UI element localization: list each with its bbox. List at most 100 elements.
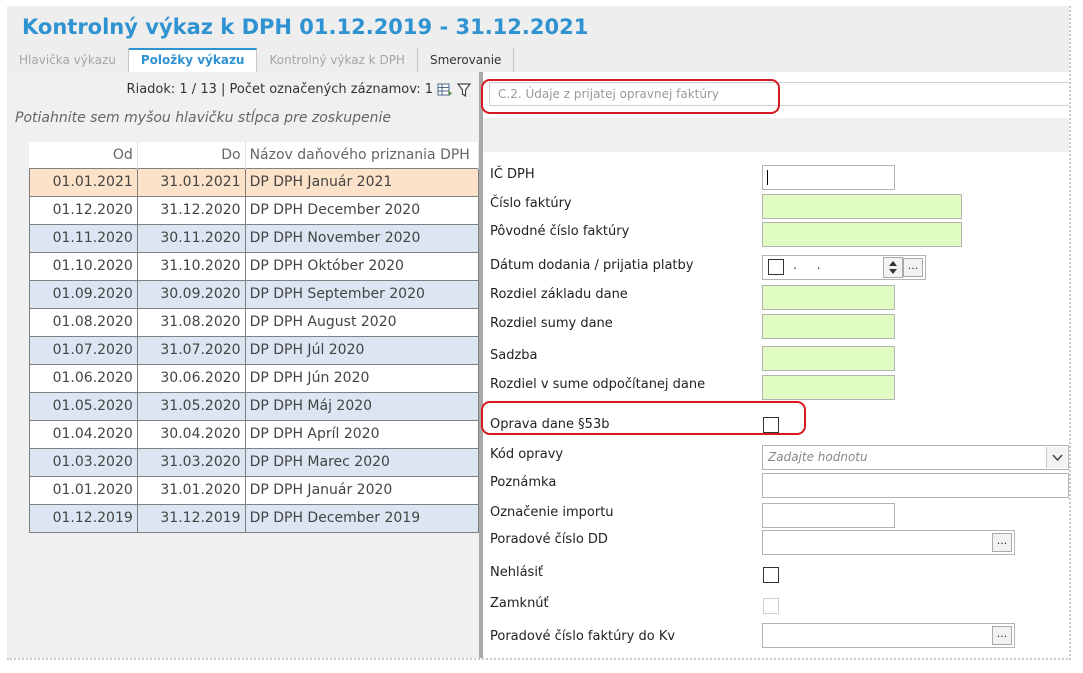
- records-grid: Od Do Názov daňového priznania DPH 01.01…: [29, 142, 480, 533]
- sadzba-input[interactable]: [762, 346, 895, 371]
- tab-polozky[interactable]: Položky výkazu: [128, 48, 258, 72]
- cell-od: 01.01.2020: [29, 476, 138, 505]
- table-row[interactable]: 01.12.2020 31.12.2020 DP DPH December 2020: [29, 196, 480, 225]
- kod-opravy-dropdown-button[interactable]: [1046, 447, 1067, 468]
- datum-dodania-picker[interactable]: . . ...: [762, 255, 926, 280]
- window: Kontrolný výkaz k DPH 01.12.2019 - 31.12…: [7, 6, 1071, 660]
- column-header-do[interactable]: Do: [137, 142, 246, 168]
- tab-hlavicka[interactable]: Hlavička výkazu: [7, 48, 129, 72]
- poradove-dd-input[interactable]: ...: [762, 530, 1015, 555]
- table-row[interactable]: 01.08.2020 31.08.2020 DP DPH August 2020: [29, 308, 480, 337]
- cell-nazov: DP DPH Jún 2020: [245, 364, 480, 393]
- cell-od: 01.11.2020: [29, 224, 138, 253]
- filter-icon[interactable]: [457, 82, 471, 97]
- grid-header: Od Do Názov daňového priznania DPH: [29, 142, 480, 168]
- ic-dph-input[interactable]: [762, 165, 895, 190]
- column-header-od[interactable]: Od: [29, 142, 138, 168]
- section-selector[interactable]: C.2. Údaje z prijatej opravnej faktúry: [489, 82, 1069, 106]
- table-row[interactable]: 01.05.2020 31.05.2020 DP DPH Máj 2020: [29, 392, 480, 421]
- povodne-cislo-input[interactable]: [762, 222, 962, 247]
- kod-opravy-select[interactable]: Zadajte hodnotu: [762, 445, 1069, 470]
- text-caret: [767, 170, 768, 185]
- cislo-faktury-input[interactable]: [762, 194, 962, 219]
- poradove-dd-lookup-button[interactable]: ...: [992, 533, 1012, 552]
- group-by-hint: Potiahnite sem myšou hlavičku stĺpca pre…: [15, 110, 391, 126]
- kod-opravy-placeholder: Zadajte hodnotu: [768, 450, 868, 464]
- poradove-kv-lookup-button[interactable]: ...: [992, 626, 1012, 645]
- label-poznamka: Poznámka: [490, 475, 557, 490]
- cell-do: 31.03.2020: [137, 448, 246, 477]
- cell-od: 01.03.2020: [29, 448, 138, 477]
- cell-do: 30.09.2020: [137, 280, 246, 309]
- cell-do: 30.04.2020: [137, 420, 246, 449]
- section-band: [483, 118, 1069, 152]
- table-row[interactable]: 01.03.2020 31.03.2020 DP DPH Marec 2020: [29, 448, 480, 477]
- cell-od: 01.09.2020: [29, 280, 138, 309]
- cell-od: 01.10.2020: [29, 252, 138, 281]
- table-row[interactable]: 01.11.2020 30.11.2020 DP DPH November 2020: [29, 224, 480, 253]
- oznacenie-importu-input[interactable]: [762, 503, 895, 528]
- label-oznacenie-importu: Označenie importu: [490, 505, 614, 520]
- label-poradove-kv: Poradové číslo faktúry do Kv: [490, 629, 676, 644]
- cell-nazov: DP DPH November 2020: [245, 224, 480, 253]
- records-pane: Riadok: 1 / 13 | Počet označených záznam…: [7, 72, 480, 658]
- label-nehlasit: Nehlásiť: [490, 565, 544, 580]
- tab-bar: Hlavička výkazu Položky výkazu Kontrolný…: [7, 48, 515, 72]
- label-datum-dodania: Dátum dodania / prijatia platby: [490, 258, 694, 273]
- cell-nazov: DP DPH September 2020: [245, 280, 480, 309]
- cell-do: 31.12.2019: [137, 504, 246, 533]
- label-ic-dph: IČ DPH: [490, 167, 535, 182]
- poradove-kv-input[interactable]: ...: [762, 623, 1015, 648]
- header: Kontrolný výkaz k DPH 01.12.2019 - 31.12…: [7, 6, 1069, 72]
- cell-od: 01.07.2020: [29, 336, 138, 365]
- zamknut-checkbox: [763, 598, 779, 614]
- label-sadzba: Sadzba: [490, 348, 538, 363]
- page-title: Kontrolný výkaz k DPH 01.12.2019 - 31.12…: [22, 15, 589, 39]
- rozdiel-zakladu-input[interactable]: [762, 285, 895, 310]
- cell-nazov: DP DPH Júl 2020: [245, 336, 480, 365]
- table-row[interactable]: 01.06.2020 30.06.2020 DP DPH Jún 2020: [29, 364, 480, 393]
- table-row[interactable]: 01.07.2020 31.07.2020 DP DPH Júl 2020: [29, 336, 480, 365]
- oprava-dane-checkbox[interactable]: [763, 417, 779, 433]
- cell-do: 31.08.2020: [137, 308, 246, 337]
- cell-nazov: DP DPH December 2019: [245, 504, 480, 533]
- label-rozdiel-zakladu: Rozdiel základu dane: [490, 287, 628, 302]
- label-poradove-dd: Poradové číslo DD: [490, 532, 608, 547]
- cell-nazov: DP DPH December 2020: [245, 196, 480, 225]
- cell-do: 31.01.2021: [137, 167, 246, 197]
- rozdiel-sumy-input[interactable]: [762, 314, 895, 339]
- columns-chooser-icon[interactable]: [437, 83, 453, 97]
- table-row[interactable]: 01.01.2021 31.01.2021 DP DPH Január 2021: [29, 167, 480, 197]
- date-picker-button[interactable]: ...: [903, 258, 923, 277]
- cell-do: 31.12.2020: [137, 196, 246, 225]
- tab-smerovanie[interactable]: Smerovanie: [418, 48, 515, 72]
- date-spin-button[interactable]: [883, 257, 903, 278]
- cell-do: 31.07.2020: [137, 336, 246, 365]
- cell-do: 31.10.2020: [137, 252, 246, 281]
- cell-od: 01.12.2019: [29, 504, 138, 533]
- table-row[interactable]: 01.01.2020 31.01.2020 DP DPH Január 2020: [29, 476, 480, 505]
- nehlasit-checkbox[interactable]: [763, 567, 779, 583]
- rozdiel-odpocitanej-input[interactable]: [762, 375, 895, 400]
- poznamka-input[interactable]: [762, 473, 1069, 498]
- table-row[interactable]: 01.10.2020 31.10.2020 DP DPH Október 2020: [29, 252, 480, 281]
- table-row[interactable]: 01.04.2020 30.04.2020 DP DPH Apríl 2020: [29, 420, 480, 449]
- cell-od: 01.08.2020: [29, 308, 138, 337]
- cell-do: 30.06.2020: [137, 364, 246, 393]
- label-oprava-dane: Oprava dane §53b: [490, 417, 610, 432]
- date-enable-checkbox[interactable]: [768, 259, 784, 275]
- column-header-nazov[interactable]: Názov daňového priznania DPH: [245, 142, 480, 168]
- cell-do: 30.11.2020: [137, 224, 246, 253]
- cell-od: 01.04.2020: [29, 420, 138, 449]
- label-povodne-cislo: Pôvodné číslo faktúry: [490, 224, 630, 239]
- table-row[interactable]: 01.12.2019 31.12.2019 DP DPH December 2019: [29, 504, 480, 533]
- spin-arrows-icon: [889, 261, 897, 274]
- table-row[interactable]: 01.09.2020 30.09.2020 DP DPH September 202…: [29, 280, 480, 309]
- cell-nazov: DP DPH Január 2021: [245, 167, 480, 197]
- tab-kontrolny-vykaz[interactable]: Kontrolný výkaz k DPH: [257, 48, 418, 72]
- label-zamknut: Zamknúť: [490, 596, 549, 611]
- cell-od: 01.12.2020: [29, 196, 138, 225]
- label-kod-opravy: Kód opravy: [490, 447, 564, 462]
- cell-nazov: DP DPH Apríl 2020: [245, 420, 480, 449]
- detail-pane: C.2. Údaje z prijatej opravnej faktúry I…: [483, 72, 1069, 658]
